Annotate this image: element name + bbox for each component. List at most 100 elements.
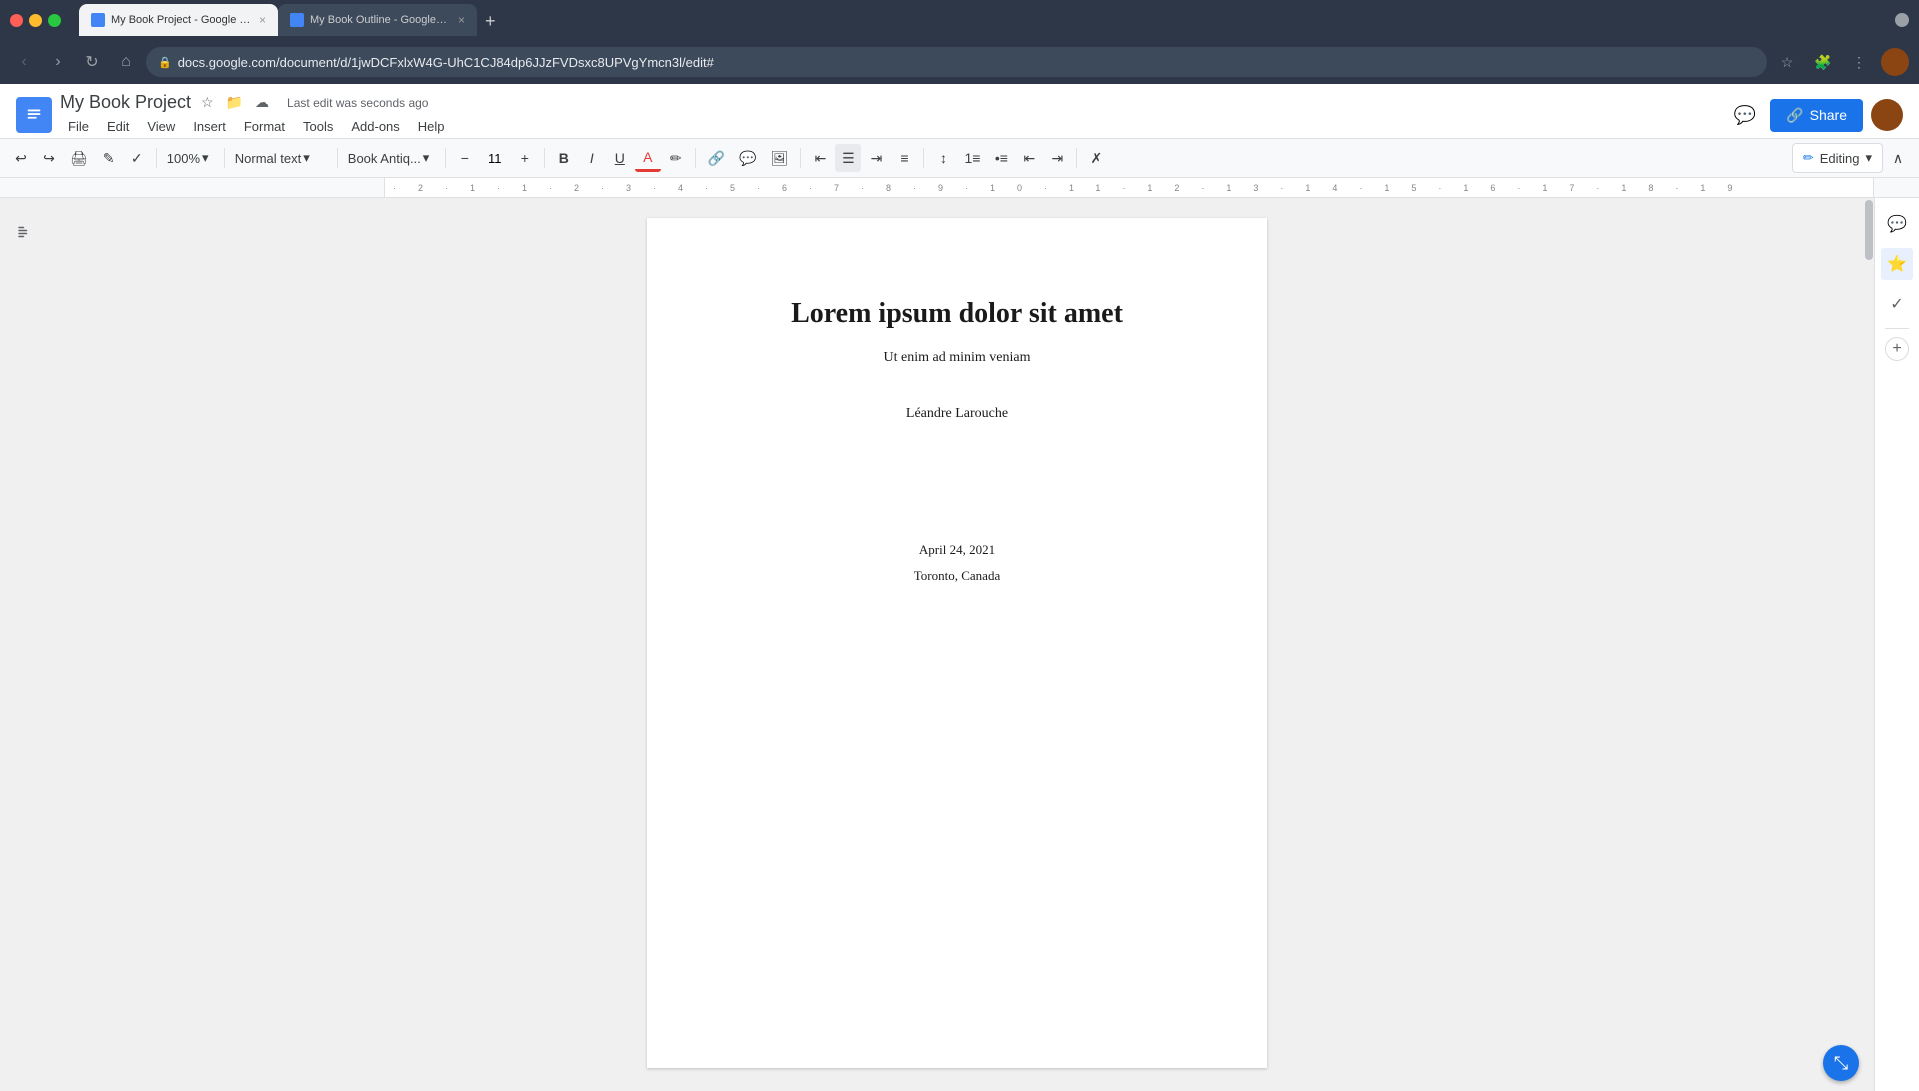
folder-icon[interactable]: 📁	[224, 92, 245, 113]
forward-button[interactable]: ›	[44, 48, 72, 76]
profile-icon[interactable]	[1895, 13, 1909, 27]
style-selector[interactable]: Normal text ▾	[231, 144, 331, 172]
editing-mode-label: Editing	[1820, 151, 1860, 166]
spelling-button[interactable]: ✓	[124, 144, 150, 172]
docs-header: My Book Project ☆ 📁 ☁ Last edit was seco…	[0, 84, 1919, 139]
outline-toggle-button[interactable]	[11, 218, 39, 246]
toolbar-sep-1	[156, 148, 157, 168]
comment-button[interactable]: 💬	[1728, 99, 1762, 132]
text-color-button[interactable]: A	[635, 144, 661, 172]
chat-sidebar-button[interactable]: 💬	[1881, 208, 1913, 240]
toolbar-sep-9	[1076, 148, 1077, 168]
doc-title: My Book Project	[60, 92, 191, 113]
new-tab-button[interactable]: +	[477, 7, 504, 36]
back-button[interactable]: ‹	[10, 48, 38, 76]
close-button[interactable]	[10, 14, 23, 27]
undo-button[interactable]: ↩	[8, 144, 34, 172]
menu-edit[interactable]: Edit	[99, 115, 137, 138]
tab-2[interactable]: My Book Outline - Google Doc... ×	[278, 4, 477, 36]
numbered-list-button[interactable]: 1≡	[958, 144, 986, 172]
font-size-increase[interactable]: +	[512, 144, 538, 172]
address-text: docs.google.com/document/d/1jwDCFxlxW4G-…	[178, 55, 1755, 70]
zoom-value: 100%	[167, 151, 200, 166]
maximize-button[interactable]	[48, 14, 61, 27]
italic-button[interactable]: I	[579, 144, 605, 172]
bullet-list-button[interactable]: •≡	[988, 144, 1014, 172]
address-bar[interactable]: 🔒 docs.google.com/document/d/1jwDCFxlxW4…	[146, 47, 1767, 77]
chrome-window-actions	[1895, 13, 1909, 27]
document-page[interactable]: Lorem ipsum dolor sit amet Ut enim ad mi…	[647, 218, 1267, 1068]
link-button[interactable]: 🔗	[702, 144, 731, 172]
align-justify-button[interactable]: ≡	[891, 144, 917, 172]
menu-format[interactable]: Format	[236, 115, 293, 138]
docs-logo	[16, 97, 52, 133]
chrome-menu-button[interactable]: ⋮	[1845, 48, 1873, 76]
add-sidebar-button[interactable]: +	[1885, 337, 1909, 361]
print-button[interactable]: 🖨	[64, 144, 94, 172]
comment-inline-button[interactable]: 💬	[733, 144, 762, 172]
menu-tools[interactable]: Tools	[295, 115, 341, 138]
toolbar-sep-8	[923, 148, 924, 168]
font-selector[interactable]: Book Antiq... ▾	[344, 144, 439, 172]
clear-formatting-button[interactable]: ✗	[1083, 144, 1109, 172]
increase-indent-button[interactable]: ⇥	[1044, 144, 1070, 172]
image-button[interactable]: 🖼	[765, 144, 795, 172]
tab-1[interactable]: My Book Project - Google Doc... ×	[79, 4, 278, 36]
menu-help[interactable]: Help	[410, 115, 453, 138]
ruler-left-margin	[0, 178, 385, 197]
font-size-value: 11	[480, 151, 510, 166]
scrollbar-thumb[interactable]	[1865, 200, 1873, 260]
tab-2-close[interactable]: ×	[458, 13, 465, 27]
menu-addons[interactable]: Add-ons	[343, 115, 407, 138]
docs-user-avatar[interactable]	[1871, 99, 1903, 131]
doc-main-title: Lorem ipsum dolor sit amet	[727, 298, 1187, 330]
editing-mode-chevron: ▾	[1865, 150, 1872, 166]
lock-icon: 🔒	[158, 56, 172, 69]
style-value: Normal text	[235, 151, 301, 166]
home-button[interactable]: ⌂	[112, 48, 140, 76]
navigation-button[interactable]: ⤡	[1823, 1045, 1859, 1081]
menu-insert[interactable]: Insert	[185, 115, 234, 138]
menu-view[interactable]: View	[139, 115, 183, 138]
refresh-button[interactable]: ↻	[78, 48, 106, 76]
align-left-button[interactable]: ⇤	[807, 144, 833, 172]
style-chevron: ▾	[303, 150, 310, 166]
menu-file[interactable]: File	[60, 115, 97, 138]
ruler-active: ·2·1·1·2·3·4·5·6·7·8·9·10·11·12·13·14·15…	[385, 178, 1874, 197]
cloud-icon[interactable]: ☁	[253, 92, 271, 113]
font-size-decrease[interactable]: −	[452, 144, 478, 172]
chrome-toolbar: ‹ › ↻ ⌂ 🔒 docs.google.com/document/d/1jw…	[0, 40, 1919, 84]
doc-date: April 24, 2021	[727, 542, 1187, 558]
tab-1-close[interactable]: ×	[259, 13, 266, 27]
redo-button[interactable]: ↪	[36, 144, 62, 172]
outline-icon	[16, 223, 34, 241]
highlight-button[interactable]: ✏	[663, 144, 689, 172]
star-icon[interactable]: ☆	[199, 92, 216, 113]
collapse-toolbar-button[interactable]: ∧	[1885, 144, 1911, 172]
underline-button[interactable]: U	[607, 144, 633, 172]
sidebar-divider	[1885, 328, 1909, 329]
docs-main: Lorem ipsum dolor sit amet Ut enim ad mi…	[0, 198, 1919, 1091]
chrome-titlebar: My Book Project - Google Doc... × My Boo…	[0, 0, 1919, 40]
paint-format-button[interactable]: ✎	[96, 144, 122, 172]
decrease-indent-button[interactable]: ⇤	[1016, 144, 1042, 172]
line-spacing-button[interactable]: ↕	[930, 144, 956, 172]
tab-2-favicon	[290, 13, 304, 27]
extensions-button[interactable]: 🧩	[1809, 48, 1837, 76]
align-center-button[interactable]: ☰	[835, 144, 861, 172]
minimize-button[interactable]	[29, 14, 42, 27]
user-avatar[interactable]	[1881, 48, 1909, 76]
docs-title-row: My Book Project ☆ 📁 ☁ Last edit was seco…	[60, 92, 1720, 113]
tasks-sidebar-button[interactable]: ✓	[1881, 288, 1913, 320]
bookmark-button[interactable]: ☆	[1773, 48, 1801, 76]
keep-sidebar-button[interactable]: ⭐	[1881, 248, 1913, 280]
align-right-button[interactable]: ⇥	[863, 144, 889, 172]
share-icon: 🔗	[1786, 107, 1803, 124]
editing-mode-button[interactable]: ✏ Editing ▾	[1792, 143, 1883, 173]
zoom-selector[interactable]: 100% ▾	[163, 144, 218, 172]
toolbar-sep-6	[695, 148, 696, 168]
vertical-scrollbar[interactable]	[1864, 198, 1874, 1091]
bold-button[interactable]: B	[551, 144, 577, 172]
share-button[interactable]: 🔗 Share	[1770, 99, 1863, 132]
tab-1-title: My Book Project - Google Doc...	[111, 14, 251, 26]
